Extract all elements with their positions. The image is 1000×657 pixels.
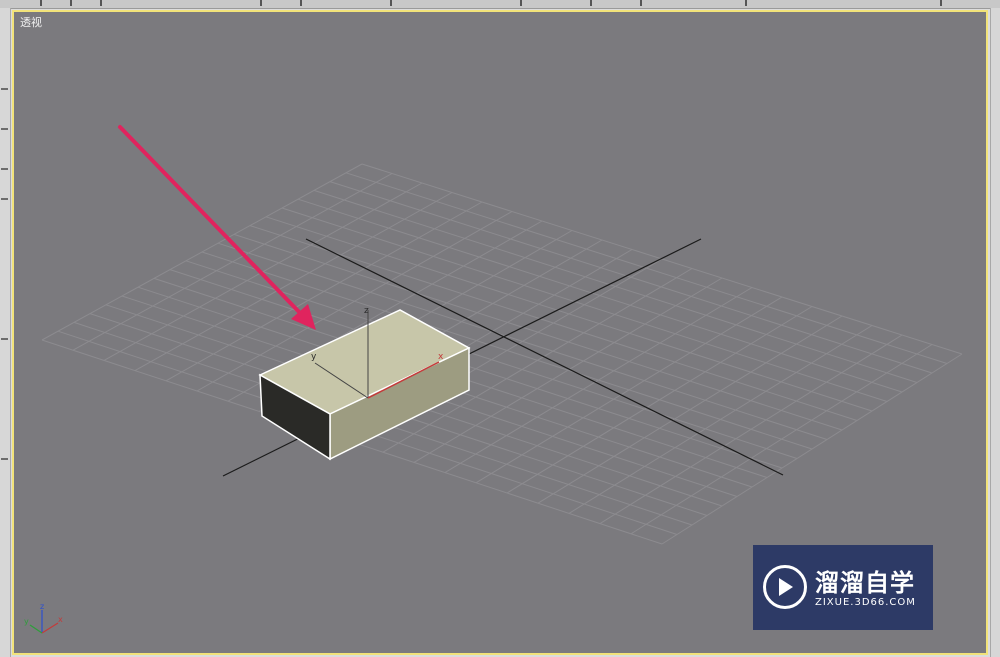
toolbar-tick — [70, 0, 72, 6]
rail-marker — [1, 458, 8, 460]
tripod-y-label: y — [24, 617, 29, 626]
left-command-rail[interactable] — [0, 8, 11, 657]
toolbar-tick — [940, 0, 942, 6]
toolbar-tick — [40, 0, 42, 6]
watermark-subtitle: ZIXUE.3D66.COM — [815, 597, 916, 608]
right-command-panel-edge[interactable] — [990, 8, 1000, 657]
play-logo-icon — [763, 565, 807, 609]
grid-line — [41, 163, 363, 341]
toolbar-tick — [300, 0, 302, 6]
tripod-x-axis — [41, 622, 59, 634]
rail-marker — [1, 168, 8, 170]
rail-marker — [1, 198, 8, 200]
grid-line — [475, 296, 783, 484]
tripod-x-label: x — [58, 615, 63, 624]
rail-marker — [1, 128, 8, 130]
pivot-x-label: x — [438, 352, 444, 362]
toolbar-tick — [390, 0, 392, 6]
grid-line — [630, 344, 933, 535]
toolbar-tick — [520, 0, 522, 6]
watermark-title: 溜溜自学 — [815, 569, 915, 597]
rail-marker — [1, 338, 8, 340]
tripod-y-axis — [29, 624, 43, 634]
toolbar-tick — [640, 0, 642, 6]
toolbar-tick — [260, 0, 262, 6]
tripod-z-label: z — [40, 602, 44, 611]
toolbar-tick — [745, 0, 747, 6]
grid-line — [537, 315, 843, 504]
annotation-arrow-shaft — [118, 125, 304, 317]
grid-line — [506, 306, 813, 494]
home-grid — [41, 163, 963, 545]
main-toolbar-strip — [0, 0, 1000, 9]
grid-line — [444, 287, 753, 474]
toolbar-tick — [100, 0, 102, 6]
pivot-z-label: z — [364, 306, 369, 316]
grid-line — [599, 334, 903, 525]
grid-line — [568, 325, 873, 514]
grid-line — [72, 173, 393, 351]
toolbar-tick — [590, 0, 592, 6]
pivot-y-label: y — [311, 352, 317, 362]
grid-line — [661, 353, 963, 545]
watermark-badge: 溜溜自学 ZIXUE.3D66.COM — [753, 545, 933, 630]
rail-marker — [1, 88, 8, 90]
